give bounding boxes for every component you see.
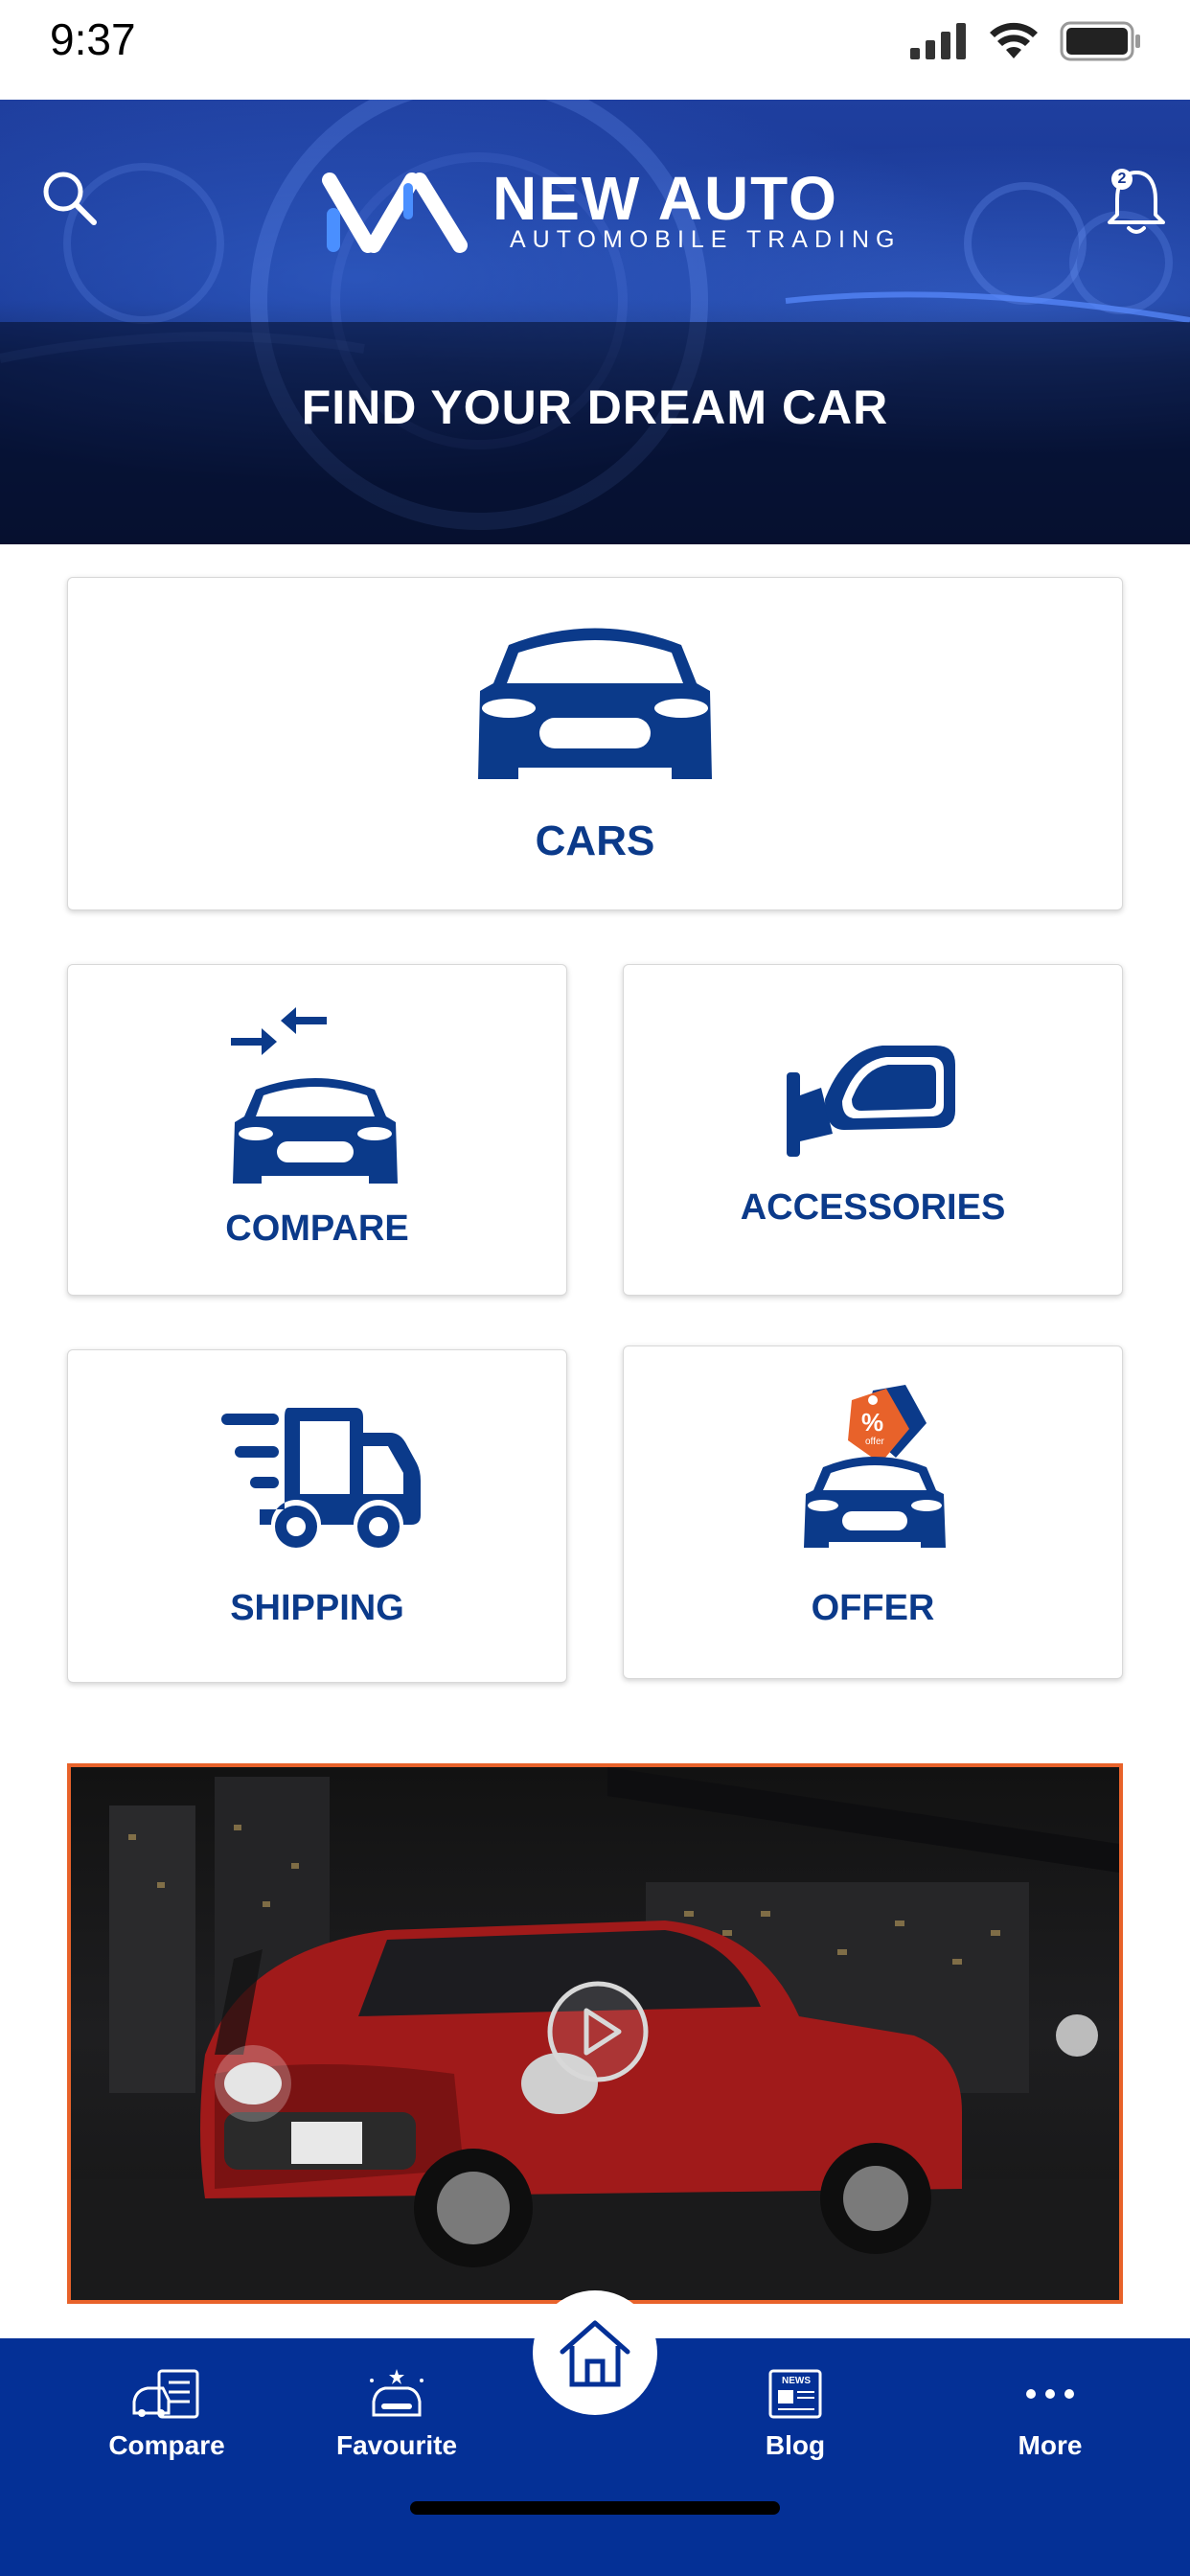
shipping-card[interactable]: SHIPPING bbox=[67, 1349, 567, 1683]
hero-banner: NEW AUTO AUTOMOBILE TRADING 2 FIND YOUR … bbox=[0, 100, 1190, 544]
logo-subtitle: AUTOMOBILE TRADING bbox=[510, 226, 902, 253]
logo-mark-icon bbox=[322, 172, 468, 253]
bottom-navigation: Compare Favourite NEWS Blog More bbox=[0, 2290, 1190, 2576]
offer-label: OFFER bbox=[811, 1588, 935, 1628]
home-icon bbox=[560, 2320, 630, 2387]
status-icons bbox=[910, 21, 1142, 61]
play-icon bbox=[547, 1981, 649, 2082]
car-front-icon bbox=[478, 628, 712, 779]
compare-label: COMPARE bbox=[225, 1208, 409, 1249]
nav-compare-label: Compare bbox=[108, 2430, 225, 2460]
nav-more-label: More bbox=[1018, 2430, 1083, 2460]
newspaper-icon-text: NEWS bbox=[782, 2376, 811, 2386]
offer-tag-symbol: % bbox=[861, 1408, 883, 1437]
nav-favourite-label: Favourite bbox=[335, 2430, 458, 2460]
compare-card[interactable]: COMPARE bbox=[67, 964, 567, 1296]
favourite-car-icon bbox=[370, 2369, 423, 2417]
cars-label: CARS bbox=[535, 817, 655, 864]
logo-name: NEW AUTO bbox=[492, 164, 838, 233]
search-button[interactable] bbox=[38, 167, 100, 228]
compare-arrows-icon bbox=[231, 1007, 327, 1055]
status-bar: 9:37 bbox=[0, 0, 1190, 100]
promo-video[interactable] bbox=[67, 1763, 1123, 2304]
compare-car-icon bbox=[233, 1078, 398, 1184]
nav-blog[interactable]: NEWS Blog bbox=[699, 2367, 891, 2461]
status-time: 9:37 bbox=[50, 14, 136, 64]
nav-blog-label: Blog bbox=[765, 2430, 826, 2460]
shipping-label: SHIPPING bbox=[230, 1588, 404, 1628]
nav-home-button[interactable] bbox=[533, 2290, 657, 2415]
notification-badge: 2 bbox=[1111, 169, 1133, 190]
compare-checklist-icon bbox=[132, 2369, 199, 2419]
delivery-truck-icon bbox=[221, 1408, 421, 1548]
accessories-label: ACCESSORIES bbox=[740, 1187, 1006, 1228]
search-icon bbox=[43, 172, 97, 225]
brand-logo: NEW AUTO AUTOMOBILE TRADING bbox=[320, 164, 894, 263]
nav-compare[interactable]: Compare bbox=[71, 2367, 263, 2461]
offer-car-icon bbox=[804, 1457, 946, 1548]
battery-icon bbox=[1060, 21, 1140, 61]
wifi-icon bbox=[990, 22, 1038, 58]
nav-favourite[interactable]: Favourite bbox=[301, 2367, 492, 2461]
signal-icon bbox=[910, 23, 966, 59]
side-mirror-icon bbox=[787, 1046, 955, 1157]
offer-card[interactable]: % offer OFFER bbox=[623, 1346, 1123, 1679]
hero-title: FIND YOUR DREAM CAR bbox=[301, 380, 889, 434]
nav-more[interactable]: More bbox=[954, 2367, 1146, 2461]
accessories-card[interactable]: ACCESSORIES bbox=[623, 964, 1123, 1296]
offer-tag-text: offer bbox=[865, 1437, 884, 1447]
play-button[interactable] bbox=[546, 1980, 650, 2083]
more-dots-icon bbox=[1026, 2389, 1074, 2399]
newspaper-icon: NEWS bbox=[768, 2369, 822, 2419]
cars-card[interactable]: CARS bbox=[67, 577, 1123, 910]
notifications-button[interactable]: 2 bbox=[1102, 165, 1171, 238]
home-indicator-bar bbox=[410, 2501, 780, 2515]
